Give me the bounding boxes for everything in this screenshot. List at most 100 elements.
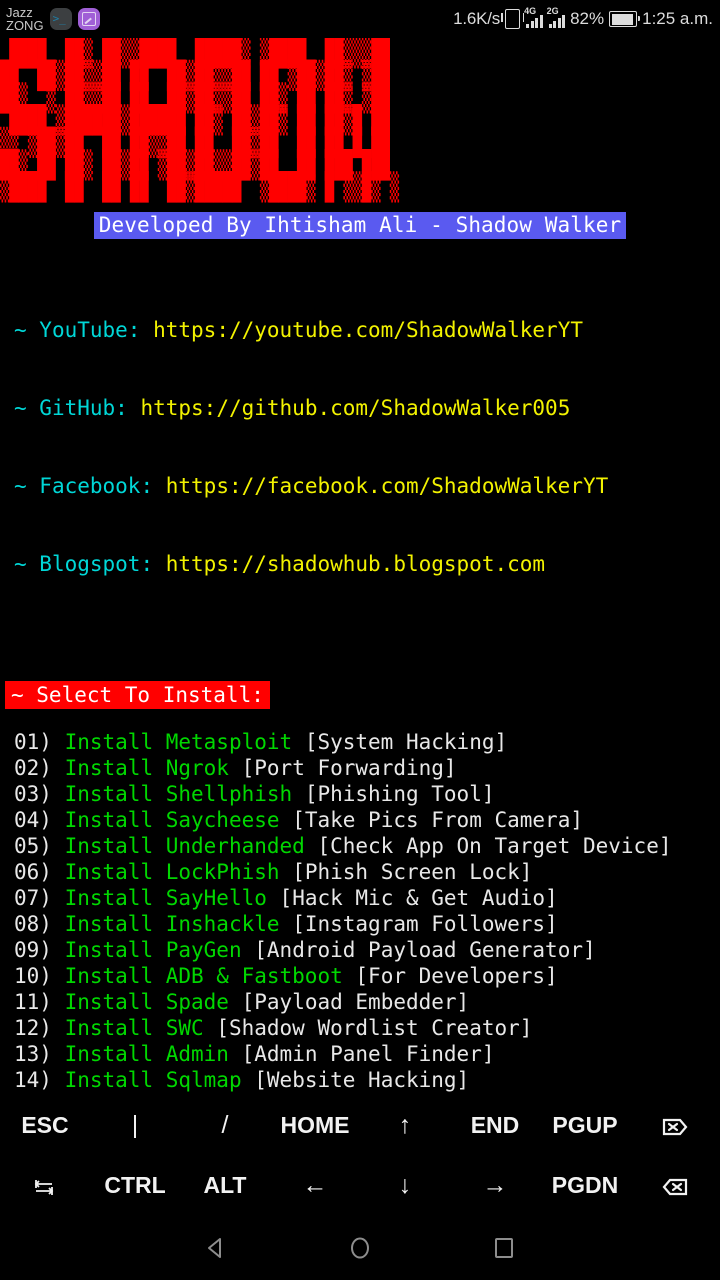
menu-item[interactable]: 13) Install Admin [Admin Panel Finder] [14,1041,720,1067]
menu-item-action: Install SayHello [65,886,267,910]
key-esc[interactable]: ESC [0,1095,90,1155]
menu-item[interactable]: 12) Install SWC [Shadow Wordlist Creator… [14,1015,720,1041]
menu-item-action: Install Saycheese [65,808,280,832]
menu-item-description: [Instagram Followers] [292,912,558,936]
link-url: https://github.com/ShadowWalker005 [128,396,571,420]
bullet-tilde: ~ [14,552,39,576]
carrier-labels: Jazz ZONG [6,6,44,32]
status-bar: Jazz ZONG 1.6K/s 4G 2G 82% 1:25 a.m. [0,0,720,38]
menu-item[interactable]: 04) Install Saycheese [Take Pics From Ca… [14,807,720,833]
menu-item-number: 09) [14,938,52,962]
vibrate-icon [505,9,520,29]
backspace-icon[interactable] [630,1155,720,1215]
menu-item-number: 12) [14,1016,52,1040]
shadow-ascii-banner: ████ ██▒ ██▒▒████ █████▒ ▒████ ██▒▒▒██ █… [0,38,716,327]
menu-item-description: [Admin Panel Finder] [242,1042,495,1066]
menu-item[interactable]: 14) Install Sqlmap [Website Hacking] [14,1067,720,1093]
menu-item[interactable]: 02) Install Ngrok [Port Forwarding] [14,755,720,781]
menu-item-description: [Android Payload Generator] [254,938,595,962]
bullet-tilde: ~ [14,474,39,498]
menu-item-action: Install Admin [65,1042,229,1066]
link-url: https://facebook.com/ShadowWalkerYT [153,474,608,498]
menu-item-number: 04) [14,808,52,832]
sim1-network-label: 4G [524,7,536,16]
section-header-row: ~ Select To Install: [0,681,720,709]
menu-item-action: Install Ngrok [65,756,229,780]
menu-item-number: 08) [14,912,52,936]
signal-2g-icon: 2G [548,10,566,28]
menu-item-description: [Hack Mic & Get Audio] [280,886,558,910]
extra-keys-row-1: ESC | / HOME ↑ END PGUP [0,1095,720,1155]
key-ctrl[interactable]: CTRL [90,1155,180,1215]
link-row-blogspot[interactable]: ~ Blogspot: https://shadowhub.blogspot.c… [14,551,720,577]
recents-icon[interactable] [487,1231,521,1265]
status-bar-right: 1.6K/s 4G 2G 82% 1:25 a.m. [453,9,720,29]
menu-item-action: Install Inshackle [65,912,280,936]
link-label: GitHub: [39,396,128,420]
signal-bars [526,15,543,28]
menu-item-description: [Port Forwarding] [242,756,457,780]
install-menu: 01) Install Metasploit [System Hacking] 0… [0,729,720,1095]
menu-item[interactable]: 06) Install LockPhish [Phish Screen Lock… [14,859,720,885]
link-label: Facebook: [39,474,153,498]
menu-item[interactable]: 01) Install Metasploit [System Hacking] [14,729,720,755]
phone-screen: Jazz ZONG 1.6K/s 4G 2G 82% 1:25 a.m. ███… [0,0,720,1280]
link-row-github[interactable]: ~ GitHub: https://github.com/ShadowWalke… [14,395,720,421]
link-label: Blogspot: [39,552,153,576]
menu-item-action: Install Shellphish [65,782,293,806]
key-pipe[interactable]: | [90,1095,180,1155]
menu-item[interactable]: 09) Install PayGen [Android Payload Gene… [14,937,720,963]
menu-item-action: Install SWC [65,1016,204,1040]
network-speed: 1.6K/s [453,9,500,29]
menu-item-action: Install ADB & Fastboot [65,964,343,988]
menu-item-description: [Phish Screen Lock] [292,860,532,884]
signal-bars [549,15,566,28]
sim2-network-label: 2G [547,7,559,16]
menu-item-number: 06) [14,860,52,884]
extra-keys-row-2: CTRL ALT ← ↓ → PGDN [0,1155,720,1215]
menu-item[interactable]: 07) Install SayHello [Hack Mic & Get Aud… [14,885,720,911]
key-end[interactable]: END [450,1095,540,1155]
key-arrow-down[interactable]: ↓ [360,1155,450,1215]
gallery-icon [78,8,100,30]
menu-item[interactable]: 05) Install Underhanded [Check App On Ta… [14,833,720,859]
key-alt[interactable]: ALT [180,1155,270,1215]
menu-item[interactable]: 10) Install ADB & Fastboot [For Develope… [14,963,720,989]
menu-item-number: 03) [14,782,52,806]
battery-percent: 82% [570,9,604,29]
signal-4g-icon: 4G [525,10,543,28]
menu-item-description: [Shadow Wordlist Creator] [216,1016,532,1040]
menu-item-action: Install Sqlmap [65,1068,242,1092]
menu-item-number: 14) [14,1068,52,1092]
home-icon[interactable] [343,1231,377,1265]
menu-item[interactable]: 11) Install Spade [Payload Embedder] [14,989,720,1015]
key-pgdn[interactable]: PGDN [540,1155,630,1215]
menu-item[interactable]: 03) Install Shellphish [Phishing Tool] [14,781,720,807]
tab-icon[interactable] [0,1155,90,1215]
key-slash[interactable]: / [180,1095,270,1155]
link-url: https://shadowhub.blogspot.com [153,552,545,576]
key-pgup[interactable]: PGUP [540,1095,630,1155]
delete-forward-icon[interactable] [630,1095,720,1155]
menu-item[interactable]: 08) Install Inshackle [Instagram Followe… [14,911,720,937]
menu-item-description: [Phishing Tool] [305,782,495,806]
key-arrow-right[interactable]: → [450,1155,540,1215]
menu-item-action: Install Spade [65,990,229,1014]
status-bar-left: Jazz ZONG [0,6,100,32]
battery-icon [609,11,637,27]
back-icon[interactable] [199,1231,233,1265]
menu-item-description: [Check App On Target Device] [317,834,671,858]
menu-item-action: Install Metasploit [65,730,293,754]
clock: 1:25 a.m. [642,9,713,29]
key-arrow-left[interactable]: ← [270,1155,360,1215]
key-arrow-up[interactable]: ↑ [360,1095,450,1155]
menu-item-number: 07) [14,886,52,910]
link-row-facebook[interactable]: ~ Facebook: https://facebook.com/ShadowW… [14,473,720,499]
carrier-2: ZONG [6,19,44,32]
terminal-output[interactable]: ████ ██▒ ██▒▒████ █████▒ ▒████ ██▒▒▒██ █… [0,38,720,1095]
menu-item-number: 02) [14,756,52,780]
key-home[interactable]: HOME [270,1095,360,1155]
menu-item-action: Install LockPhish [65,860,280,884]
menu-item-number: 13) [14,1042,52,1066]
menu-item-number: 11) [14,990,52,1014]
